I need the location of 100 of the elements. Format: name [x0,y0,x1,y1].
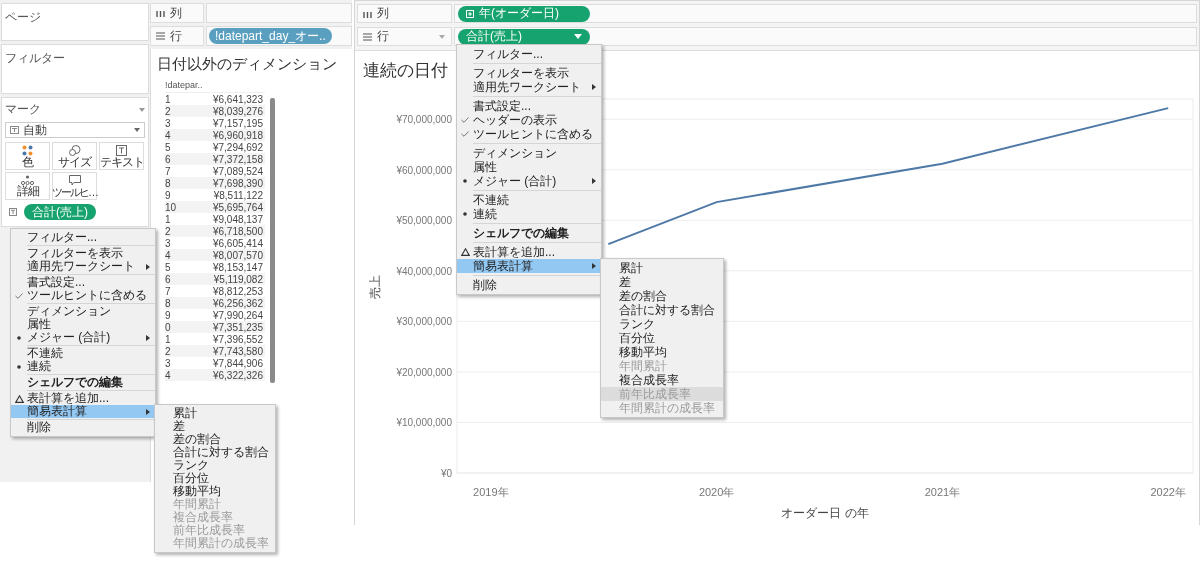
menu-item[interactable]: 合計に対する割合 [601,303,723,317]
table-cell: ¥6,718,500 [212,225,263,237]
menu-item[interactable]: フィルター... [457,47,601,61]
rows-icon [363,32,372,41]
menu-item[interactable]: 差 [601,275,723,289]
menu-item[interactable]: 移動平均 [155,485,275,498]
sheet-title: 連続の日付 [363,60,448,82]
menu-item[interactable]: フィルターを表示 [11,247,155,260]
table-cell: 8 [165,297,171,309]
menu-item[interactable]: 表計算を追加... [11,392,155,405]
menu-item[interactable]: ランク [601,317,723,331]
menu-item[interactable]: 合計に対する割合 [155,446,275,459]
menu-item[interactable]: ディメンション [457,146,601,160]
mark-type-icon [10,126,19,134]
menu-item[interactable]: 差 [155,420,275,433]
menu-item[interactable]: 移動平均 [601,345,723,359]
menu-item[interactable]: 削除 [11,421,155,434]
caret-icon[interactable] [139,107,145,112]
table-cell: 4 [165,369,171,381]
menu-item[interactable]: 累計 [155,407,275,420]
table-cell: ¥5,119,082 [213,273,263,285]
menu-item[interactable]: 連続 [457,207,601,221]
table-cell: 5 [165,141,171,153]
menu-item[interactable]: 適用先ワークシート [11,260,155,273]
scrollbar[interactable] [270,98,275,383]
menu-item[interactable]: 不連続 [11,347,155,360]
speech-bubble-icon [68,175,81,186]
mark-button[interactable]: 詳細 [5,172,50,200]
table-cell: ¥7,089,524 [212,165,263,177]
menu-item[interactable]: フィルターを表示 [457,66,601,80]
menu-item[interactable]: 複合成長率 [601,373,723,387]
date-plus-icon [466,9,474,18]
x-tick-label: 2022年 [1150,486,1186,498]
menu-item[interactable]: 簡易表計算 [11,405,155,418]
y-axis-title: 売上 [368,275,382,299]
table-cell: ¥6,256,362 [212,297,263,309]
column-header: !datepar.. [165,80,265,93]
table-cell: ¥7,157,195 [212,117,263,129]
menu-item[interactable]: ツールヒントに含める [11,289,155,302]
table-cell: 7 [165,165,171,177]
table-cell: 4 [165,129,171,141]
menu-item[interactable]: シェルフでの編集 [457,226,601,240]
table-cell: 4 [165,249,171,261]
menu-item[interactable]: 削除 [457,278,601,292]
detail-dots-icon [21,175,34,185]
table-cell: 2 [165,225,171,237]
menu-item[interactable]: 百分位 [601,331,723,345]
table-cell: ¥8,812,253 [212,285,263,297]
menu-item[interactable]: ヘッダーの表示 [457,113,601,127]
y-tick-label: ¥20,000,000 [396,366,452,378]
mark-button[interactable]: サイズ [52,142,97,170]
menu-item[interactable]: 書式設定... [457,99,601,113]
table-cell: ¥6,322,326 [212,369,263,381]
table-cell: 5 [165,261,171,273]
menu-item[interactable]: メジャー (合計) [11,331,155,344]
menu-item[interactable]: 差の割合 [601,289,723,303]
mark-button[interactable]: ツールヒ… [52,172,97,200]
table-cell: 6 [165,153,171,165]
table-cell: 9 [165,309,171,321]
table-cell: ¥7,698,390 [212,177,263,189]
y-tick-label: ¥0 [440,468,452,479]
table-cell: 1 [165,333,171,345]
menu-item[interactable]: ランク [155,459,275,472]
table-cell: ¥9,048,137 [212,213,263,225]
caret-icon[interactable] [439,34,445,39]
mark-button[interactable]: 色 [5,142,50,170]
table-cell: ¥6,605,414 [212,237,263,249]
caret-icon [574,34,582,39]
menu-item[interactable]: 属性 [11,318,155,331]
menu-item[interactable]: 累計 [601,261,723,275]
menu-item[interactable]: フィルター... [11,231,155,244]
menu-item[interactable]: メジャー (合計) [457,174,601,188]
menu-item[interactable]: 属性 [457,160,601,174]
table-cell: ¥7,351,235 [212,321,263,333]
shelf-label: 行 [357,27,452,46]
menu-item[interactable]: 表計算を追加... [457,245,601,259]
table-cell: ¥7,372,158 [212,153,263,165]
rows-icon [156,32,165,40]
mark-button[interactable]: テキスト [99,142,144,170]
table-cell: 9 [165,189,171,201]
shelf-area[interactable] [206,3,352,23]
menu-item[interactable]: ツールヒントに含める [457,127,601,141]
sheet-title: 日付以外のディメンション [157,55,337,74]
menu-item[interactable]: 適用先ワークシート [457,80,601,94]
menu-item[interactable]: ディメンション [11,305,155,318]
menu-item[interactable]: シェルフでの編集 [11,376,155,389]
mark-type-dropdown[interactable]: 自動 [5,122,145,138]
menu-item[interactable]: 書式設定... [11,276,155,289]
table-cell: ¥8,039,276 [212,105,263,117]
table-cell: 0 [165,321,171,333]
table-cell: 1 [165,213,171,225]
y-tick-label: ¥40,000,000 [396,265,452,277]
y-tick-label: ¥30,000,000 [396,316,452,328]
table-cell: 1 [165,93,171,105]
table-cell: 10 [165,201,177,213]
menu-item[interactable]: 百分位 [155,472,275,485]
menu-item[interactable]: 不連続 [457,193,601,207]
menu-item[interactable]: 差の割合 [155,433,275,446]
menu-item[interactable]: 簡易表計算 [457,259,601,273]
menu-item[interactable]: 連続 [11,360,155,373]
